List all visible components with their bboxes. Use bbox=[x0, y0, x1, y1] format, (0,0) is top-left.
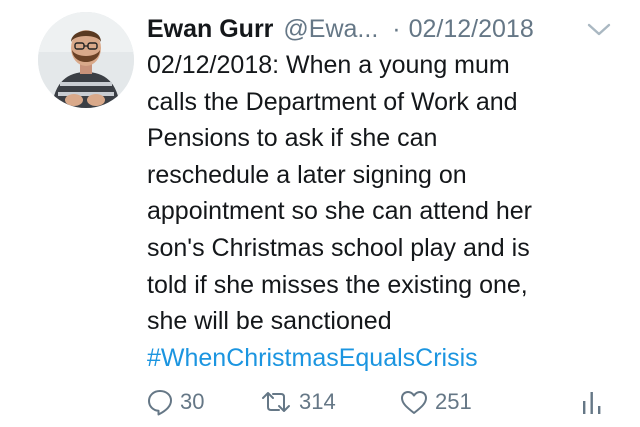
reply-count: 30 bbox=[180, 389, 205, 414]
tweet-text-line: calls the Department of Work and bbox=[147, 87, 518, 116]
tweet-text-line: 02/12/2018: When a young mum bbox=[147, 51, 510, 79]
tweet-actions: 30 314 251 bbox=[0, 382, 640, 422]
author-handle[interactable]: @Ewa... bbox=[283, 12, 378, 46]
retweet-button[interactable]: 314 bbox=[259, 382, 336, 422]
heart-icon bbox=[399, 388, 435, 416]
tweet-text: 02/12/2018: When a young mum calls the D… bbox=[147, 47, 627, 376]
analytics-button[interactable] bbox=[581, 382, 609, 422]
analytics-icon bbox=[581, 387, 609, 417]
like-count: 251 bbox=[435, 389, 472, 414]
like-button[interactable]: 251 bbox=[399, 382, 472, 422]
tweet[interactable]: Ewan Gurr @Ewa... · 02/12/2018 02/12/201… bbox=[0, 0, 640, 427]
retweet-count: 314 bbox=[299, 389, 336, 414]
chevron-down-icon[interactable] bbox=[586, 22, 612, 38]
tweet-text-line: son's Christmas school play and is bbox=[147, 233, 530, 262]
tweet-text-line: Pensions to ask if she can bbox=[147, 124, 438, 153]
hashtag-link[interactable]: #WhenChristmasEqualsCrisis bbox=[147, 340, 627, 377]
tweet-text-line: told if she misses the existing one, bbox=[147, 270, 528, 299]
avatar[interactable] bbox=[38, 12, 134, 108]
tweet-timestamp[interactable]: 02/12/2018 bbox=[409, 12, 534, 46]
reply-button[interactable]: 30 bbox=[146, 382, 204, 422]
retweet-icon bbox=[259, 388, 299, 416]
reply-icon bbox=[146, 388, 180, 416]
tweet-text-line: appointment so she can attend her bbox=[147, 197, 532, 226]
tweet-header: Ewan Gurr @Ewa... · 02/12/2018 bbox=[147, 12, 627, 46]
tweet-text-line: reschedule a later signing on bbox=[147, 160, 467, 189]
header-separator: · bbox=[392, 15, 401, 43]
author-name[interactable]: Ewan Gurr bbox=[147, 12, 273, 46]
tweet-text-line: she will be sanctioned bbox=[147, 307, 392, 336]
